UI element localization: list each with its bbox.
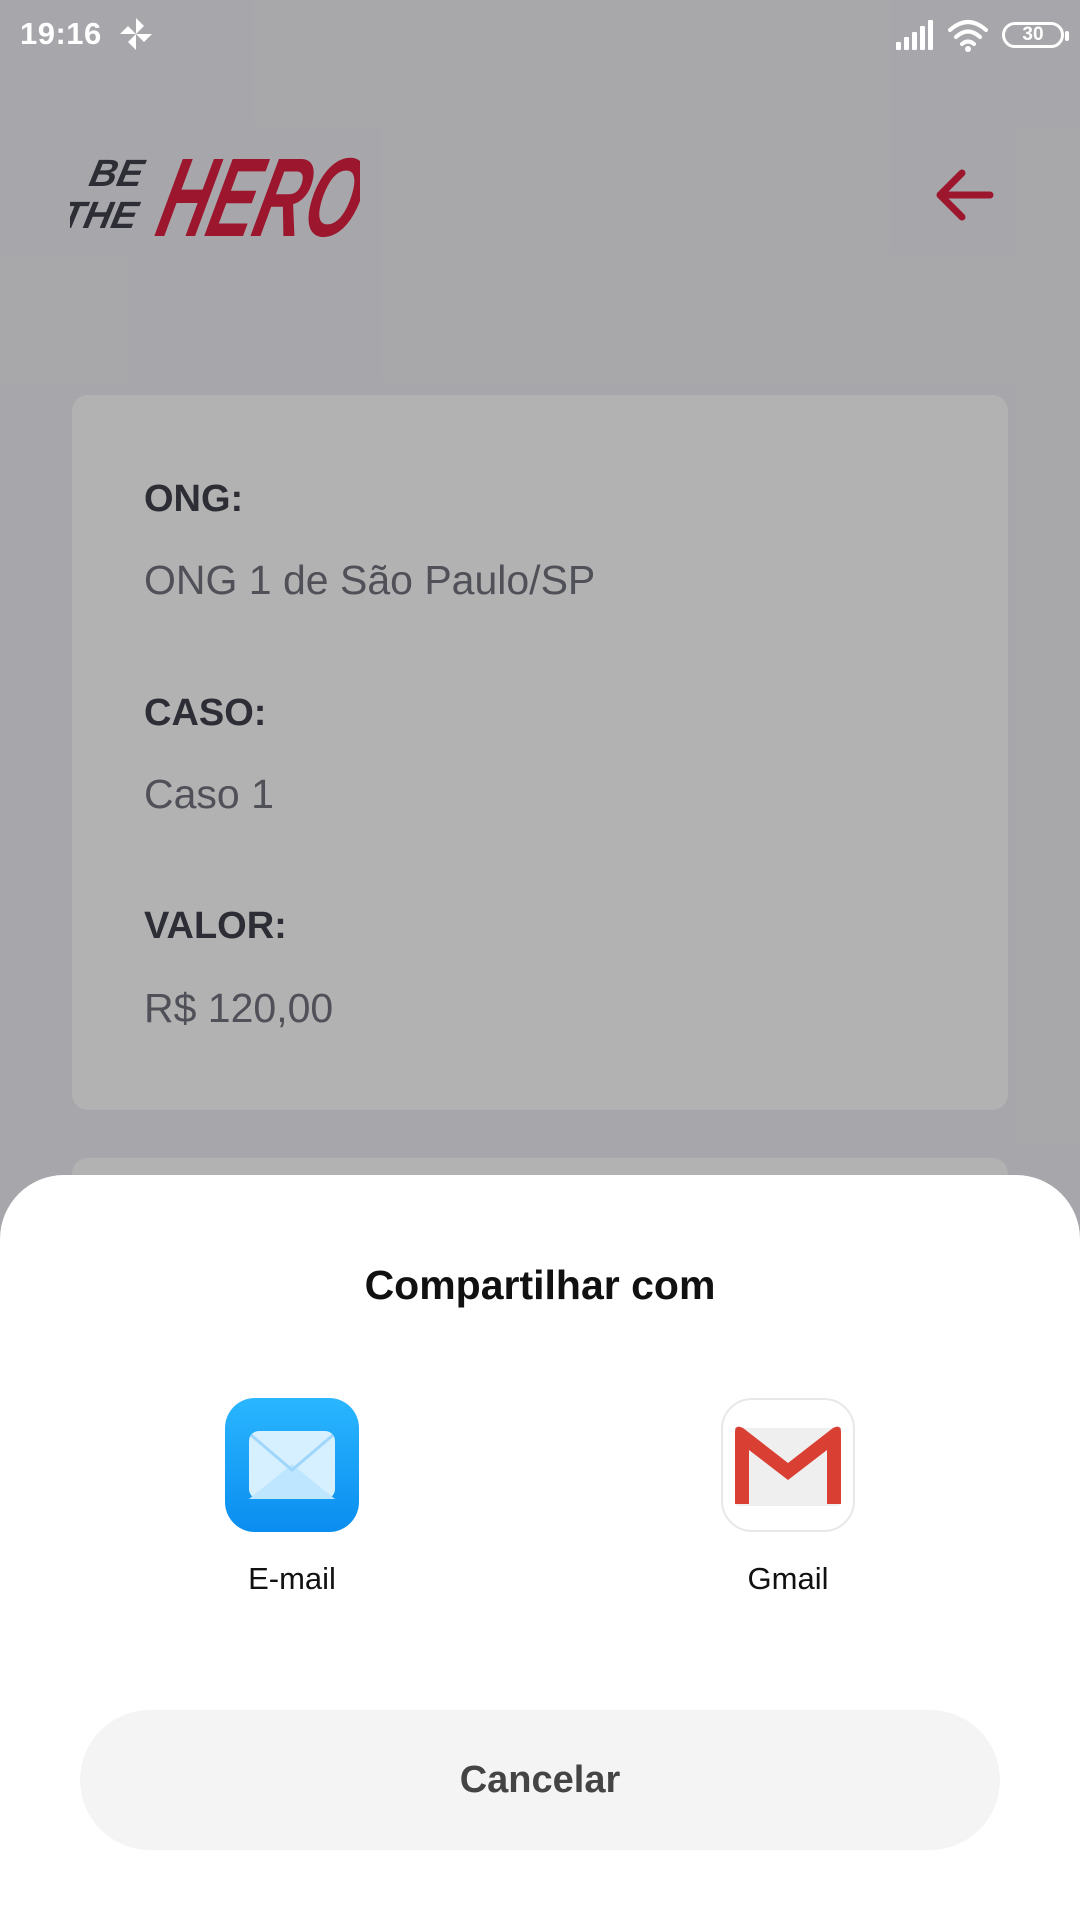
- cancel-button[interactable]: Cancelar: [80, 1710, 1000, 1850]
- status-bar: 19:16 30: [0, 0, 1080, 72]
- battery-icon: 30: [1002, 22, 1069, 48]
- share-target-gmail-label: Gmail: [747, 1561, 829, 1596]
- signal-icon: [896, 20, 933, 50]
- gmail-app-icon: [721, 1398, 855, 1532]
- email-app-icon: [225, 1398, 359, 1532]
- share-target-email[interactable]: E-mail: [202, 1398, 382, 1628]
- status-icons: 30: [894, 18, 1069, 52]
- pinwheel-icon: [120, 18, 152, 50]
- share-sheet-title: Compartilhar com: [364, 1262, 716, 1308]
- share-target-gmail[interactable]: Gmail: [698, 1398, 878, 1628]
- wifi-icon: [948, 20, 988, 52]
- share-target-email-label: E-mail: [248, 1561, 336, 1596]
- status-time: 19:16: [20, 16, 102, 51]
